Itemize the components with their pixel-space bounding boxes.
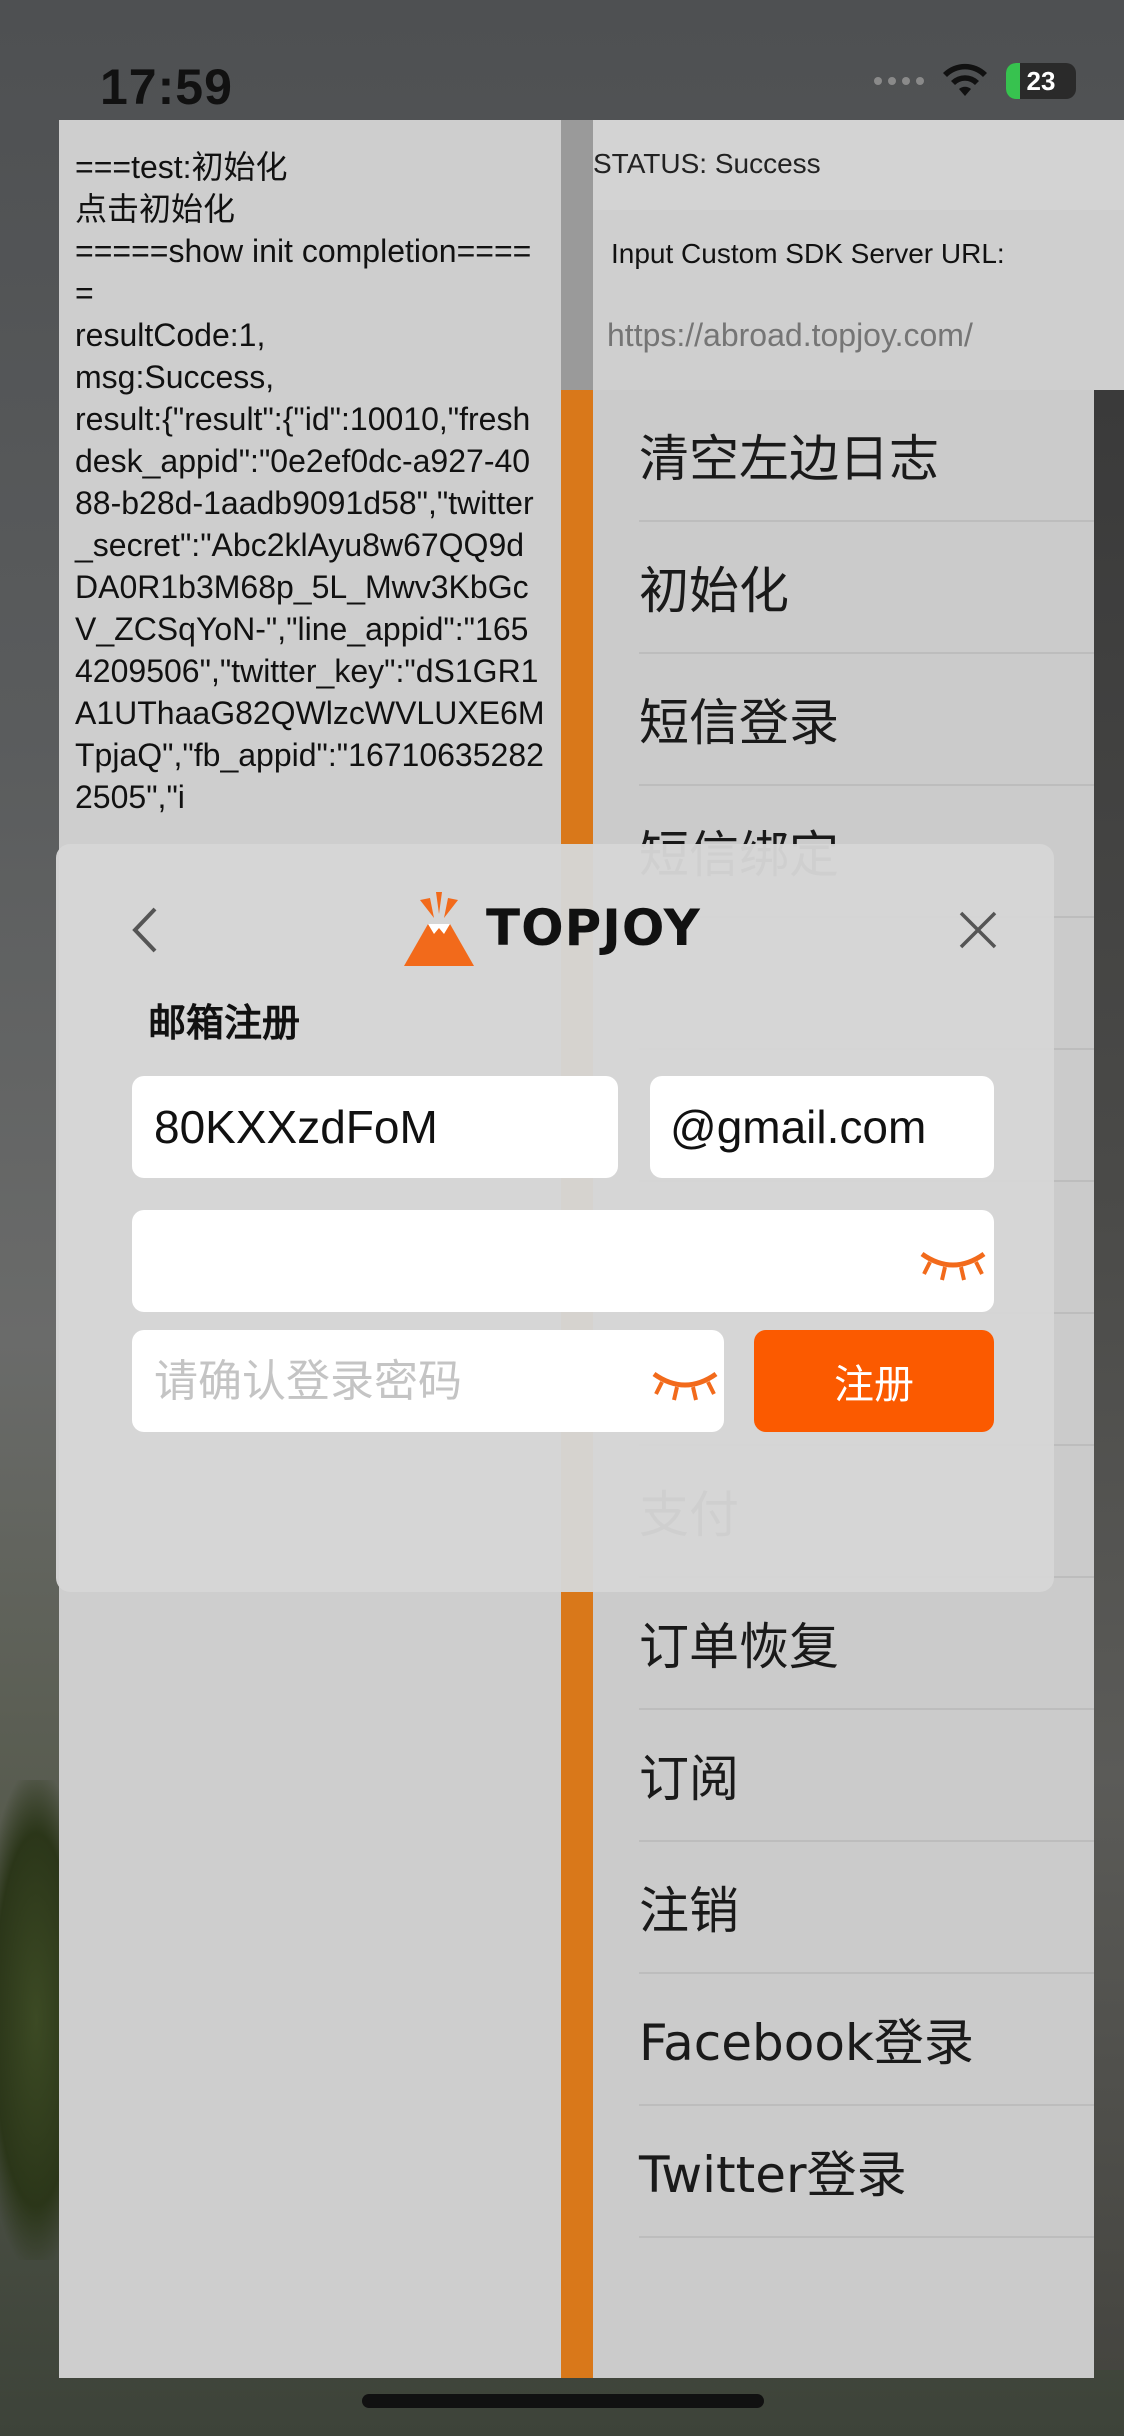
status-time: 17:59	[100, 59, 233, 115]
menu-item-subscribe[interactable]: 订阅	[639, 1710, 1094, 1842]
brand-logo: TOPJOY	[400, 878, 720, 978]
battery-level: 23	[1026, 65, 1056, 96]
server-url-input[interactable]	[607, 310, 1087, 360]
background-edge	[1094, 390, 1124, 2370]
signal-icon	[874, 77, 924, 85]
home-indicator[interactable]	[362, 2394, 764, 2408]
url-label: Input Custom SDK Server URL:	[611, 238, 1005, 269]
close-icon	[959, 911, 997, 949]
close-button[interactable]	[948, 900, 1008, 960]
menu-item-init[interactable]: 初始化	[639, 522, 1094, 654]
chevron-left-icon	[132, 907, 157, 953]
back-button[interactable]	[120, 900, 168, 960]
confirm-password-input[interactable]	[132, 1330, 724, 1432]
eye-closed-icon[interactable]	[918, 1242, 988, 1282]
password-input[interactable]	[132, 1210, 994, 1312]
volcano-icon	[404, 892, 474, 966]
menu-item-sms-login[interactable]: 短信登录	[639, 654, 1094, 786]
menu-item-twitter-login[interactable]: Twitter登录	[639, 2106, 1094, 2238]
divider-cap	[561, 120, 593, 390]
register-modal: TOPJOY 邮箱注册 @gmail.com 注册	[56, 844, 1054, 1592]
status-icons: 23	[874, 62, 1076, 100]
menu-item-clear-log[interactable]: 清空左边日志	[639, 390, 1094, 522]
battery-icon: 23	[1006, 63, 1076, 99]
brand-name: TOPJOY	[486, 899, 701, 957]
wifi-icon	[943, 63, 987, 96]
menu-item-restore-order[interactable]: 订单恢复	[639, 1578, 1094, 1710]
eye-closed-icon[interactable]	[650, 1362, 720, 1402]
right-panel-header: STATUS: Success Input Custom SDK Server …	[593, 120, 1124, 390]
url-section: Input Custom SDK Server URL:	[593, 210, 1124, 390]
email-domain-select[interactable]: @gmail.com	[650, 1076, 994, 1178]
email-username-input[interactable]	[132, 1076, 618, 1178]
menu-item-logout[interactable]: 注销	[639, 1842, 1094, 1974]
status-label: STATUS: Success	[593, 148, 821, 179]
modal-title: 邮箱注册	[148, 1001, 301, 1045]
log-text: ===test:初始化 点击初始化 =====show init complet…	[75, 149, 545, 815]
register-button[interactable]: 注册	[754, 1330, 994, 1432]
email-domain-value: @gmail.com	[670, 1101, 927, 1153]
menu-item-facebook-login[interactable]: Facebook登录	[639, 1974, 1094, 2106]
